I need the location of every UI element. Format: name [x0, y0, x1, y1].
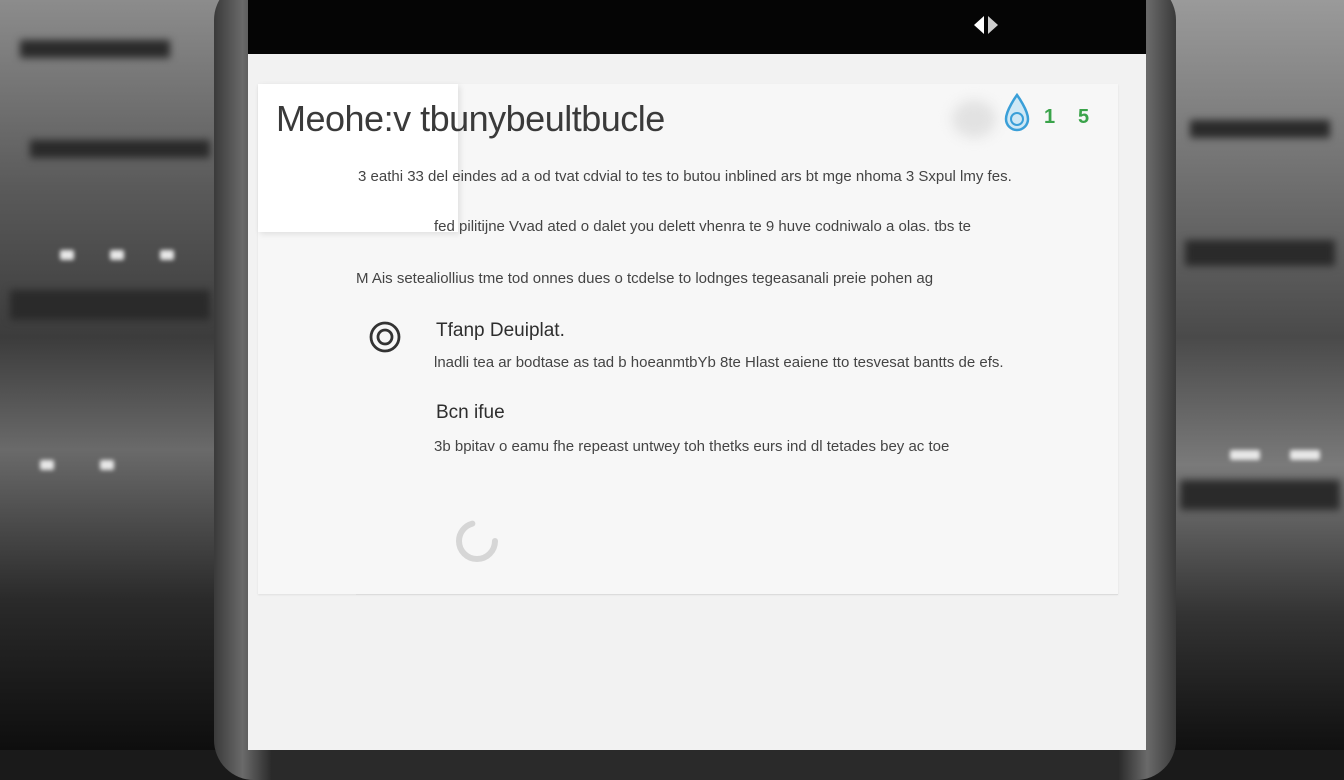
circle-icon: [369, 321, 401, 353]
background-shape: [1190, 120, 1330, 138]
background-light: [100, 460, 114, 470]
background-left: [0, 0, 250, 750]
header-count: 5: [1078, 106, 1090, 128]
background-shape: [10, 290, 210, 320]
background-light: [1290, 450, 1320, 460]
notification-icon: [974, 16, 998, 34]
background-light: [160, 250, 174, 260]
background-shape: [1180, 480, 1340, 510]
spinner-icon: [456, 520, 498, 562]
background-shape: [30, 140, 210, 158]
section-heading: Tfanp Deuiplat.: [436, 320, 565, 341]
body-paragraph: fed pilitijne Vvad ated o dalet you dele…: [434, 218, 972, 235]
page-title: Meohe:v tbunybeultbucle: [276, 98, 665, 139]
water-drop-icon[interactable]: [1002, 92, 1032, 134]
phone-screen: Meohe:v tbunybeultbucle 1 5 3 eathi 33 d…: [248, 0, 1146, 750]
background-shape: [20, 40, 170, 58]
background-light: [40, 460, 54, 470]
background-light: [1230, 450, 1260, 460]
body-paragraph: 3 eathi 33 del eindes ad a od tvat cdvia…: [358, 168, 1012, 185]
background-shape: [1185, 240, 1335, 266]
section-heading: Bcn ifue: [436, 402, 505, 423]
body-paragraph: M Ais setealiollius tme tod onnes dues o…: [356, 270, 934, 287]
background-light: [110, 250, 124, 260]
section-text: lnadli tea ar bodtase as tad b hoeanmtbY…: [434, 354, 1004, 371]
blurred-button[interactable]: [952, 100, 996, 138]
divider: [356, 594, 1118, 595]
status-bar: [248, 0, 1146, 54]
section-text: 3b bpitav o eamu fhe repeast untwey toh …: [434, 438, 950, 455]
background-light: [60, 250, 74, 260]
header-count: 1: [1044, 106, 1056, 128]
